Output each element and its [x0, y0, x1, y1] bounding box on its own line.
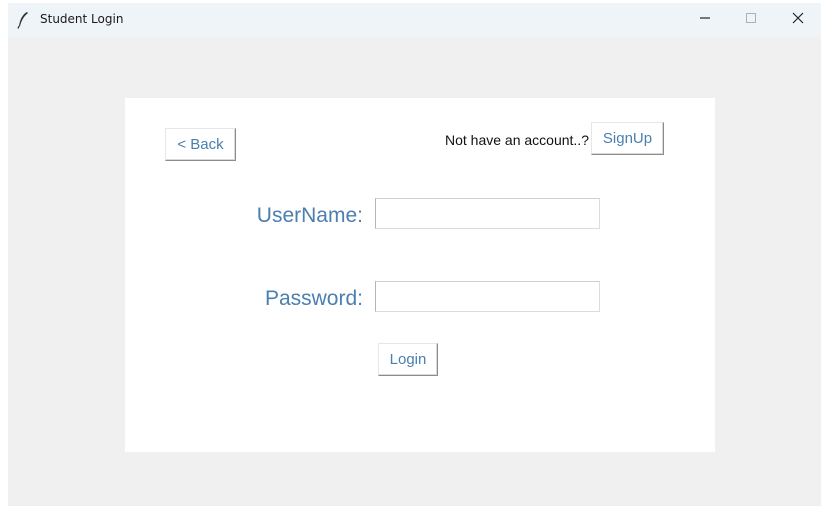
signup-prompt: Not have an account..? [445, 132, 589, 148]
username-label: UserName: [256, 204, 363, 227]
close-icon [792, 11, 804, 29]
minimize-icon [699, 11, 711, 29]
app-window: Student Login < Back Not have an account… [8, 3, 821, 506]
minimize-button[interactable] [682, 3, 728, 37]
maximize-button[interactable] [728, 3, 774, 37]
maximize-icon [745, 11, 757, 29]
password-field[interactable] [375, 281, 600, 312]
close-button[interactable] [775, 3, 821, 37]
signup-button[interactable]: SignUp [591, 122, 664, 155]
login-panel: < Back Not have an account..? SignUp Use… [125, 98, 715, 452]
feather-icon [16, 11, 30, 29]
title-bar[interactable]: Student Login [8, 3, 821, 37]
back-button[interactable]: < Back [165, 128, 236, 161]
window-title: Student Login [40, 12, 124, 26]
username-field[interactable] [375, 198, 600, 229]
login-button[interactable]: Login [378, 343, 438, 376]
password-label: Password: [264, 287, 363, 310]
